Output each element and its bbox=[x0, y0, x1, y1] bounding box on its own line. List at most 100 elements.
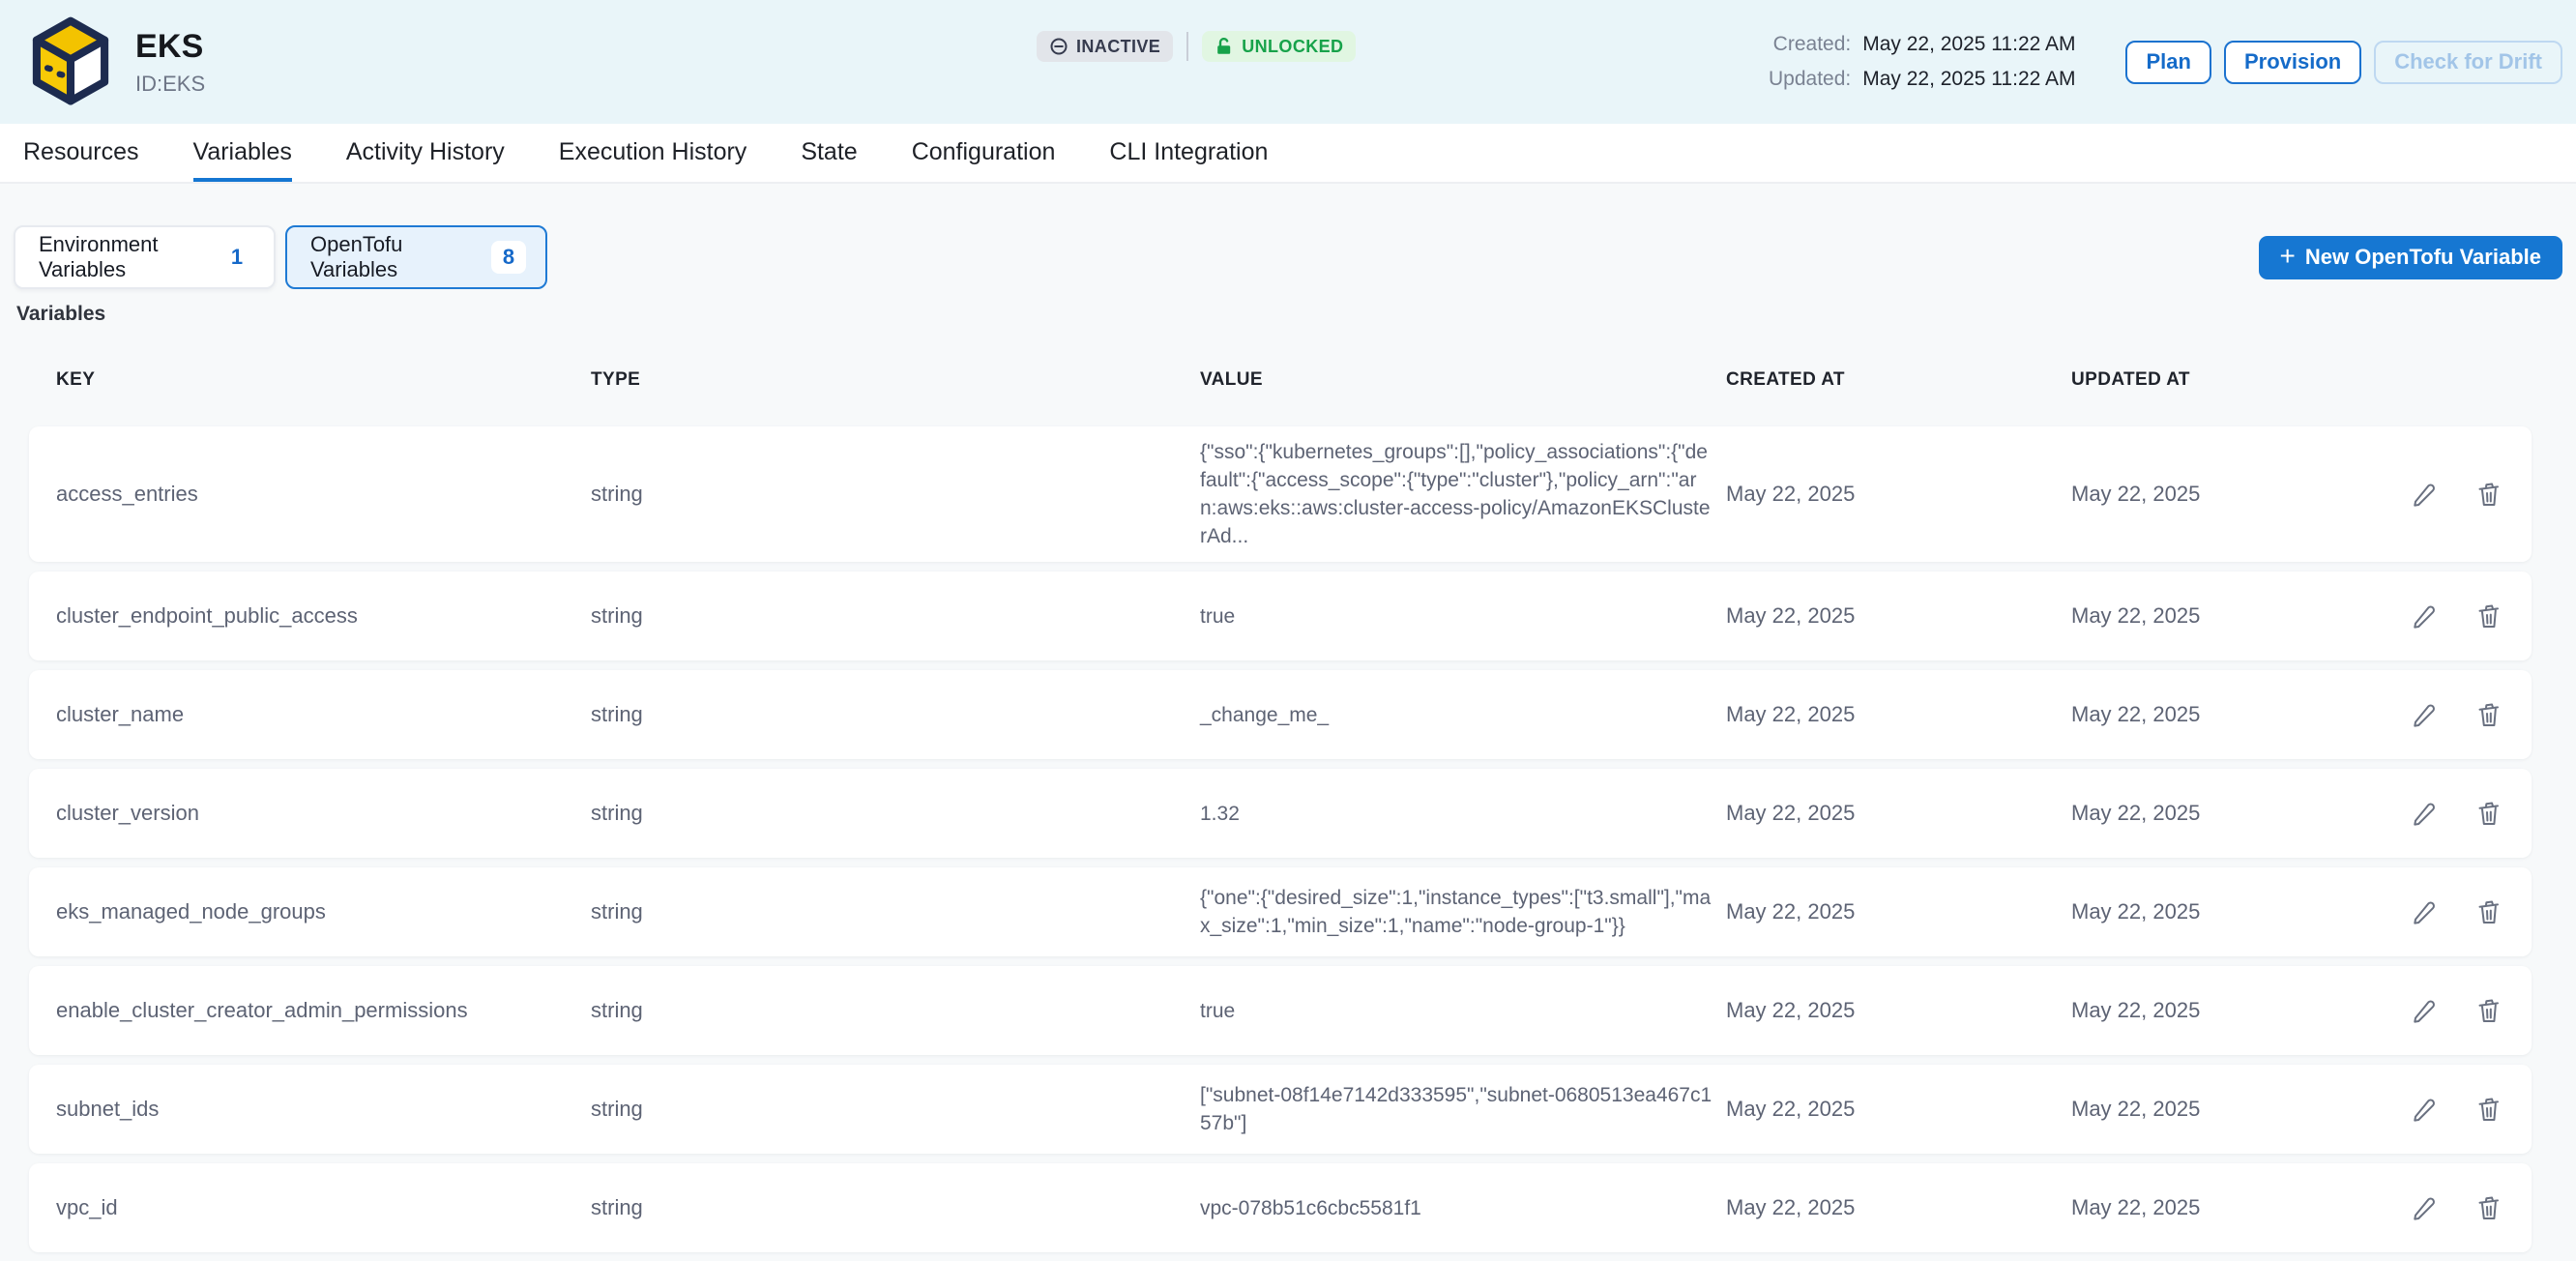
variable-updated-at: May 22, 2025 bbox=[2071, 603, 2377, 629]
pencil-icon bbox=[2409, 1095, 2438, 1124]
delete-variable-button[interactable] bbox=[2474, 995, 2504, 1026]
table-row: access_entries string {"sso":{"kubernete… bbox=[29, 426, 2532, 562]
pencil-icon bbox=[2409, 700, 2438, 729]
variable-type: string bbox=[591, 899, 1200, 924]
new-opentofu-variable-button[interactable]: + New OpenTofu Variable bbox=[2259, 236, 2562, 279]
variable-key: cluster_endpoint_public_access bbox=[56, 603, 591, 629]
lock-badge-label: UNLOCKED bbox=[1242, 37, 1343, 57]
variable-updated-at: May 22, 2025 bbox=[2071, 899, 2377, 924]
variable-updated-at: May 22, 2025 bbox=[2071, 482, 2377, 507]
badge-divider bbox=[1186, 32, 1188, 61]
edit-variable-button[interactable] bbox=[2408, 699, 2439, 730]
variable-created-at: May 22, 2025 bbox=[1726, 482, 2071, 507]
delete-variable-button[interactable] bbox=[2474, 699, 2504, 730]
trash-icon bbox=[2474, 480, 2503, 509]
status-badge: INACTIVE bbox=[1037, 31, 1173, 62]
provision-button[interactable]: Provision bbox=[2224, 41, 2361, 84]
tab-variables[interactable]: Variables bbox=[193, 124, 292, 182]
lock-badge[interactable]: UNLOCKED bbox=[1202, 31, 1356, 62]
variable-updated-at: May 22, 2025 bbox=[2071, 1195, 2377, 1220]
pencil-icon bbox=[2409, 799, 2438, 828]
variable-type: string bbox=[591, 1195, 1200, 1220]
status-badges: INACTIVE UNLOCKED bbox=[1037, 30, 1356, 63]
stack-logo-icon bbox=[27, 16, 114, 107]
page-title: EKS bbox=[135, 28, 205, 66]
tab-execution-history[interactable]: Execution History bbox=[559, 124, 747, 182]
column-header-value: VALUE bbox=[1200, 369, 1726, 391]
trash-icon bbox=[2474, 996, 2503, 1025]
variable-key: cluster_name bbox=[56, 702, 591, 727]
edit-variable-button[interactable] bbox=[2408, 995, 2439, 1026]
tab-cli-integration[interactable]: CLI Integration bbox=[1109, 124, 1268, 182]
edit-variable-button[interactable] bbox=[2408, 479, 2439, 510]
table-row: eks_managed_node_groups string {"one":{"… bbox=[29, 867, 2532, 956]
new-opentofu-variable-label: New OpenTofu Variable bbox=[2305, 245, 2541, 270]
variable-value: {"one":{"desired_size":1,"instance_types… bbox=[1200, 887, 1711, 937]
tab-activity-history[interactable]: Activity History bbox=[346, 124, 505, 182]
variable-value: vpc-078b51c6cbc5581f1 bbox=[1200, 1197, 1421, 1219]
pencil-icon bbox=[2409, 1193, 2438, 1222]
tab-configuration[interactable]: Configuration bbox=[912, 124, 1056, 182]
variable-key: cluster_version bbox=[56, 801, 591, 826]
variable-type: string bbox=[591, 603, 1200, 629]
updated-value: May 22, 2025 11:22 AM bbox=[1862, 68, 2075, 91]
trash-icon bbox=[2474, 799, 2503, 828]
variables-heading: Variables bbox=[16, 303, 2562, 326]
table-row: enable_cluster_creator_admin_permissions… bbox=[29, 966, 2532, 1055]
variable-updated-at: May 22, 2025 bbox=[2071, 702, 2377, 727]
opentofu-variables-label: OpenTofu Variables bbox=[310, 232, 491, 282]
trash-icon bbox=[2474, 897, 2503, 926]
edit-variable-button[interactable] bbox=[2408, 1192, 2439, 1223]
variable-key: eks_managed_node_groups bbox=[56, 899, 591, 924]
opentofu-variables-count: 8 bbox=[503, 245, 514, 270]
delete-variable-button[interactable] bbox=[2474, 601, 2504, 631]
variable-updated-at: May 22, 2025 bbox=[2071, 1097, 2377, 1122]
stack-identity: EKS ID:EKS bbox=[27, 16, 205, 107]
header-right: Created: May 22, 2025 11:22 AM Updated: … bbox=[1769, 33, 2562, 91]
tab-state[interactable]: State bbox=[801, 124, 857, 182]
column-header-type: TYPE bbox=[591, 369, 1200, 391]
pencil-icon bbox=[2409, 996, 2438, 1025]
variable-type: string bbox=[591, 702, 1200, 727]
variable-value: {"sso":{"kubernetes_groups":[],"policy_a… bbox=[1200, 441, 1711, 547]
opentofu-variables-tab[interactable]: OpenTofu Variables 8 bbox=[285, 225, 547, 289]
variable-updated-at: May 22, 2025 bbox=[2071, 998, 2377, 1023]
stack-id: ID:EKS bbox=[135, 72, 205, 97]
variable-created-at: May 22, 2025 bbox=[1726, 702, 2071, 727]
variable-key: enable_cluster_creator_admin_permissions bbox=[56, 998, 591, 1023]
created-value: May 22, 2025 11:22 AM bbox=[1862, 33, 2075, 56]
plan-button[interactable]: Plan bbox=[2125, 41, 2210, 84]
variables-filter-row: Environment Variables 1 OpenTofu Variabl… bbox=[14, 225, 2562, 289]
variable-value: 1.32 bbox=[1200, 803, 1240, 825]
variables-table-header: KEY TYPE VALUE CREATED AT UPDATED AT bbox=[29, 351, 2532, 409]
edit-variable-button[interactable] bbox=[2408, 601, 2439, 631]
variable-created-at: May 22, 2025 bbox=[1726, 603, 2071, 629]
environment-variables-tab[interactable]: Environment Variables 1 bbox=[14, 225, 276, 289]
column-header-key: KEY bbox=[56, 369, 591, 391]
variables-page: Environment Variables 1 OpenTofu Variabl… bbox=[0, 184, 2576, 1252]
variable-key: vpc_id bbox=[56, 1195, 591, 1220]
trash-icon bbox=[2474, 601, 2503, 630]
edit-variable-button[interactable] bbox=[2408, 896, 2439, 927]
pencil-icon bbox=[2409, 480, 2438, 509]
column-header-updated-at: UPDATED AT bbox=[2071, 369, 2377, 391]
delete-variable-button[interactable] bbox=[2474, 1192, 2504, 1223]
delete-variable-button[interactable] bbox=[2474, 896, 2504, 927]
pencil-icon bbox=[2409, 897, 2438, 926]
variable-value: _change_me_ bbox=[1200, 704, 1329, 726]
check-for-drift-button[interactable]: Check for Drift bbox=[2374, 41, 2562, 84]
delete-variable-button[interactable] bbox=[2474, 479, 2504, 510]
variable-type: string bbox=[591, 801, 1200, 826]
variable-updated-at: May 22, 2025 bbox=[2071, 801, 2377, 826]
variables-table-body: access_entries string {"sso":{"kubernete… bbox=[29, 426, 2532, 1252]
trash-icon bbox=[2474, 1193, 2503, 1222]
edit-variable-button[interactable] bbox=[2408, 798, 2439, 829]
edit-variable-button[interactable] bbox=[2408, 1094, 2439, 1125]
table-row: cluster_endpoint_public_access string tr… bbox=[29, 572, 2532, 660]
updated-label: Updated: bbox=[1769, 68, 1851, 91]
tab-resources[interactable]: Resources bbox=[23, 124, 139, 182]
delete-variable-button[interactable] bbox=[2474, 1094, 2504, 1125]
trash-icon bbox=[2474, 1095, 2503, 1124]
variable-created-at: May 22, 2025 bbox=[1726, 1097, 2071, 1122]
delete-variable-button[interactable] bbox=[2474, 798, 2504, 829]
